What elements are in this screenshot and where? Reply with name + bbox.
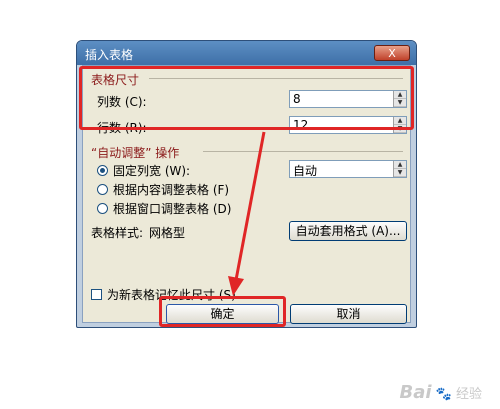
watermark-suffix: 经验 <box>455 387 482 402</box>
arrow-head-icon <box>228 276 244 296</box>
paw-icon: 🐾 <box>435 387 452 402</box>
watermark-brand: Bai <box>399 382 432 403</box>
arrow-line <box>234 131 266 281</box>
annotation-arrow <box>228 131 266 296</box>
baidu-watermark: Bai 🐾 经验 <box>399 382 482 403</box>
